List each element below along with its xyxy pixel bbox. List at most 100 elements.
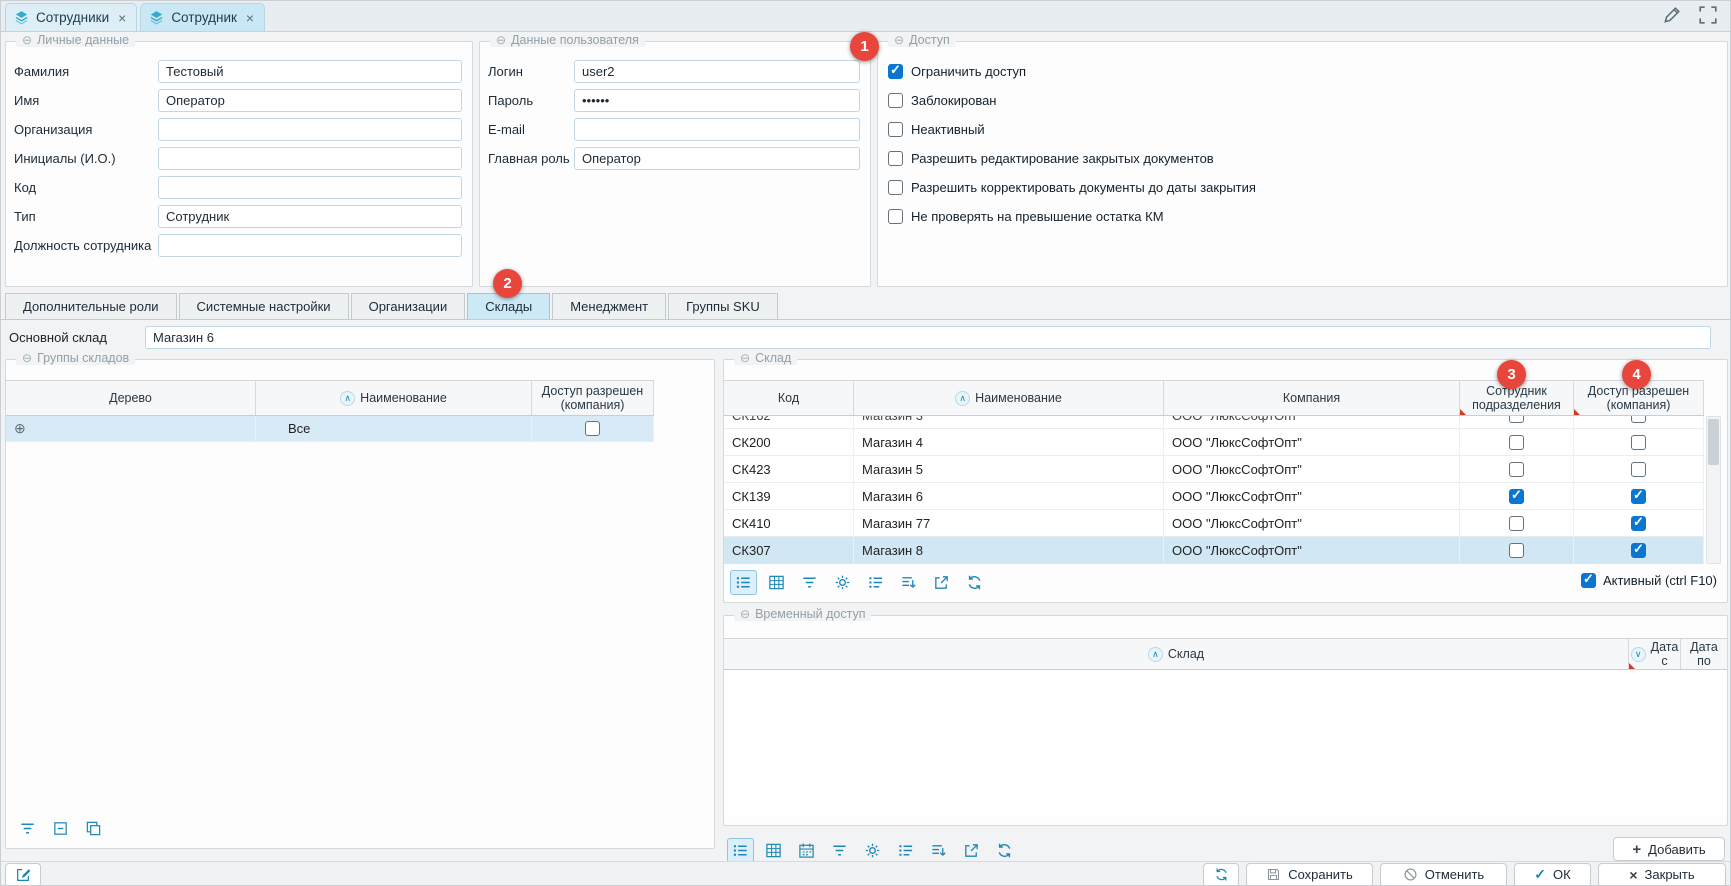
table-row[interactable]: ⊕ Все bbox=[6, 416, 654, 442]
organization-field[interactable] bbox=[158, 118, 462, 141]
inactive-checkbox[interactable] bbox=[888, 122, 903, 137]
collapse-group-icon[interactable]: ⊖ bbox=[22, 33, 32, 47]
tab-system-settings[interactable]: Системные настройки bbox=[179, 293, 349, 319]
column-header-company[interactable]: Компания bbox=[1164, 381, 1460, 415]
main-role-field[interactable] bbox=[574, 147, 860, 170]
column-header-access[interactable]: Доступ разрешен (компания) bbox=[532, 381, 654, 415]
save-button[interactable]: Сохранить bbox=[1246, 863, 1373, 886]
collapse-group-icon[interactable]: ⊖ bbox=[894, 33, 904, 47]
edit-record-button[interactable] bbox=[5, 863, 41, 886]
close-button[interactable]: ×Закрыть bbox=[1598, 863, 1726, 886]
login-field[interactable] bbox=[574, 60, 860, 83]
collapse-all-icon[interactable] bbox=[47, 816, 74, 841]
position-field[interactable] bbox=[158, 234, 462, 257]
dept-checkbox[interactable] bbox=[1509, 543, 1524, 558]
collapse-group-icon[interactable]: ⊖ bbox=[496, 33, 506, 47]
lastname-field[interactable] bbox=[158, 60, 462, 83]
table-view-icon[interactable] bbox=[763, 570, 790, 595]
checkbox-label: Ограничить доступ bbox=[911, 64, 1026, 79]
export-icon[interactable] bbox=[928, 570, 955, 595]
table-row[interactable]: СК200 Магазин 4 ООО "ЛюксСофтОпт" bbox=[724, 429, 1704, 456]
filter-icon[interactable] bbox=[14, 816, 41, 841]
vertical-scrollbar[interactable] bbox=[1706, 416, 1721, 564]
edit-pencil-icon[interactable] bbox=[1662, 5, 1682, 25]
scrollbar-thumb[interactable] bbox=[1708, 419, 1719, 465]
table-row[interactable]: СК423 Магазин 5 ООО "ЛюксСофтОпт" bbox=[724, 456, 1704, 483]
active-label: Активный (ctrl F10) bbox=[1603, 573, 1717, 588]
settings-gear-icon[interactable] bbox=[859, 838, 886, 863]
list-view-icon[interactable] bbox=[730, 570, 757, 595]
access-checkbox[interactable] bbox=[1631, 543, 1646, 558]
tab-additional-roles[interactable]: Дополнительные роли bbox=[5, 293, 177, 319]
refresh-icon[interactable] bbox=[961, 570, 988, 595]
tab-management[interactable]: Менеджмент bbox=[552, 293, 666, 319]
access-checkbox[interactable] bbox=[1631, 489, 1646, 504]
sort-list-icon[interactable] bbox=[895, 570, 922, 595]
copy-icon[interactable] bbox=[80, 816, 107, 841]
table-row[interactable]: СК162 Магазин 3 ООО "ЛюксСофтОпт" bbox=[724, 416, 1704, 429]
dept-checkbox[interactable] bbox=[1509, 435, 1524, 450]
column-header-code[interactable]: Код bbox=[724, 381, 854, 415]
calendar-icon[interactable] bbox=[793, 838, 820, 863]
password-field[interactable] bbox=[574, 89, 860, 112]
email-field[interactable] bbox=[574, 118, 860, 141]
access-checkbox[interactable] bbox=[1631, 435, 1646, 450]
column-header-store[interactable]: ∧Склад bbox=[724, 639, 1629, 669]
dept-checkbox[interactable] bbox=[1509, 516, 1524, 531]
column-header-date-to[interactable]: Дата по bbox=[1681, 639, 1727, 669]
restrict-access-checkbox[interactable] bbox=[888, 64, 903, 79]
access-checkbox[interactable] bbox=[1631, 462, 1646, 477]
collapse-group-icon[interactable]: ⊖ bbox=[740, 351, 750, 365]
sort-asc-icon: ∧ bbox=[955, 391, 970, 406]
edit-closed-docs-checkbox[interactable] bbox=[888, 151, 903, 166]
tree-expand-icon[interactable]: ⊕ bbox=[14, 420, 26, 437]
access-checkbox[interactable] bbox=[1631, 416, 1646, 423]
list-view-icon[interactable] bbox=[727, 838, 754, 863]
window-tab-employee[interactable]: Сотрудник × bbox=[140, 3, 265, 31]
table-row[interactable]: СК410 Магазин 77 ООО "ЛюксСофтОпт" bbox=[724, 510, 1704, 537]
tab-organizations[interactable]: Организации bbox=[351, 293, 466, 319]
select-columns-icon[interactable] bbox=[862, 570, 889, 595]
add-button[interactable]: +Добавить bbox=[1613, 837, 1725, 861]
select-columns-icon[interactable] bbox=[892, 838, 919, 863]
close-tab-icon[interactable]: × bbox=[246, 11, 254, 25]
refresh-button[interactable] bbox=[1203, 863, 1239, 886]
access-checkbox[interactable] bbox=[1631, 516, 1646, 531]
settings-gear-icon[interactable] bbox=[829, 570, 856, 595]
dept-checkbox[interactable] bbox=[1509, 489, 1524, 504]
dept-checkbox[interactable] bbox=[1509, 462, 1524, 477]
blocked-checkbox[interactable] bbox=[888, 93, 903, 108]
column-header-date-from[interactable]: ∨Дата с bbox=[1629, 639, 1681, 669]
group-access-checkbox[interactable] bbox=[585, 421, 600, 436]
ok-button[interactable]: ✓ОК bbox=[1514, 863, 1591, 886]
active-checkbox[interactable] bbox=[1581, 573, 1596, 588]
dept-checkbox[interactable] bbox=[1509, 416, 1524, 423]
cancel-button[interactable]: Отменить bbox=[1380, 863, 1507, 886]
groups-table-header: Дерево ∧Наименование Доступ разрешен (ко… bbox=[6, 380, 654, 416]
table-row-selected[interactable]: СК307 Магазин 8 ООО "ЛюксСофтОпт" bbox=[724, 537, 1704, 564]
initials-field[interactable] bbox=[158, 147, 462, 170]
main-store-field[interactable] bbox=[145, 326, 1711, 349]
code-field[interactable] bbox=[158, 176, 462, 199]
field-label: Пароль bbox=[488, 93, 574, 108]
refresh-icon[interactable] bbox=[991, 838, 1018, 863]
close-tab-icon[interactable]: × bbox=[118, 11, 126, 25]
export-icon[interactable] bbox=[958, 838, 985, 863]
firstname-field[interactable] bbox=[158, 89, 462, 112]
correct-docs-checkbox[interactable] bbox=[888, 180, 903, 195]
table-view-icon[interactable] bbox=[760, 838, 787, 863]
sort-list-icon[interactable] bbox=[925, 838, 952, 863]
window-tab-employees[interactable]: Сотрудники × bbox=[5, 3, 137, 31]
column-header-tree[interactable]: Дерево bbox=[6, 381, 256, 415]
column-header-name[interactable]: ∧Наименование bbox=[854, 381, 1164, 415]
type-field[interactable] bbox=[158, 205, 462, 228]
filter-icon[interactable] bbox=[796, 570, 823, 595]
column-header-name[interactable]: ∧Наименование bbox=[256, 381, 532, 415]
fullscreen-icon[interactable] bbox=[1698, 5, 1718, 25]
table-row[interactable]: СК139 Магазин 6 ООО "ЛюксСофтОпт" bbox=[724, 483, 1704, 510]
filter-icon[interactable] bbox=[826, 838, 853, 863]
collapse-group-icon[interactable]: ⊖ bbox=[22, 351, 32, 365]
tab-sku-groups[interactable]: Группы SKU bbox=[668, 293, 778, 319]
no-km-check-checkbox[interactable] bbox=[888, 209, 903, 224]
collapse-group-icon[interactable]: ⊖ bbox=[740, 607, 750, 621]
